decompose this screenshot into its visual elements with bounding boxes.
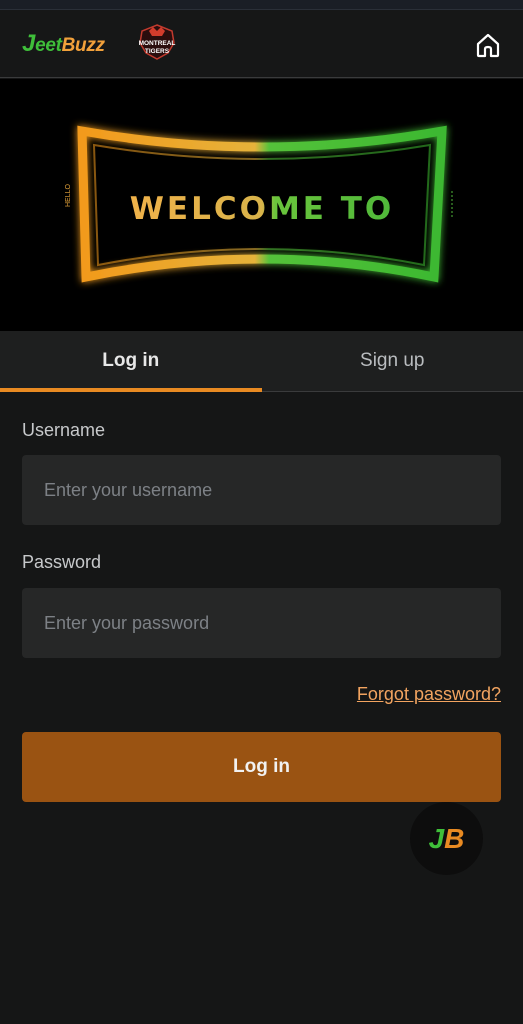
username-input[interactable]: [22, 455, 501, 525]
floating-chat-button[interactable]: JB: [410, 802, 483, 875]
float-letter-j: J: [428, 822, 445, 854]
montreal-tigers-logo: MONTREAL TIGERS: [139, 24, 176, 60]
login-button[interactable]: Log in: [22, 732, 501, 802]
tab-log-in[interactable]: Log in: [0, 331, 262, 392]
home-button[interactable]: [472, 30, 504, 60]
username-label: Username: [22, 420, 106, 440]
forgot-password-link[interactable]: Forgot password?: [357, 684, 501, 705]
welcome-banner: HELLO WELCOME TO: [0, 79, 523, 331]
header: Jeet Buzz MONTREAL TIGERS: [0, 10, 523, 78]
jeetbuzz-logo[interactable]: Jeet Buzz: [22, 30, 105, 58]
logo-part1: eet: [35, 35, 62, 56]
logo-part2: Buzz: [61, 35, 105, 56]
password-input[interactable]: [22, 588, 501, 658]
status-bar: [0, 0, 523, 10]
logo-letter: J: [22, 30, 36, 57]
password-label: Password: [22, 552, 102, 572]
tab-sign-up[interactable]: Sign up: [262, 331, 523, 391]
svg-text:MONTREAL: MONTREAL: [139, 40, 176, 47]
svg-text:TIGERS: TIGERS: [145, 48, 170, 55]
float-letter-b: B: [444, 822, 465, 854]
auth-tabs: Log in Sign up: [0, 331, 523, 392]
jb-logo-icon: JB: [429, 823, 465, 855]
home-icon: [476, 33, 500, 58]
welcome-heading: WELCOME TO: [130, 191, 395, 227]
